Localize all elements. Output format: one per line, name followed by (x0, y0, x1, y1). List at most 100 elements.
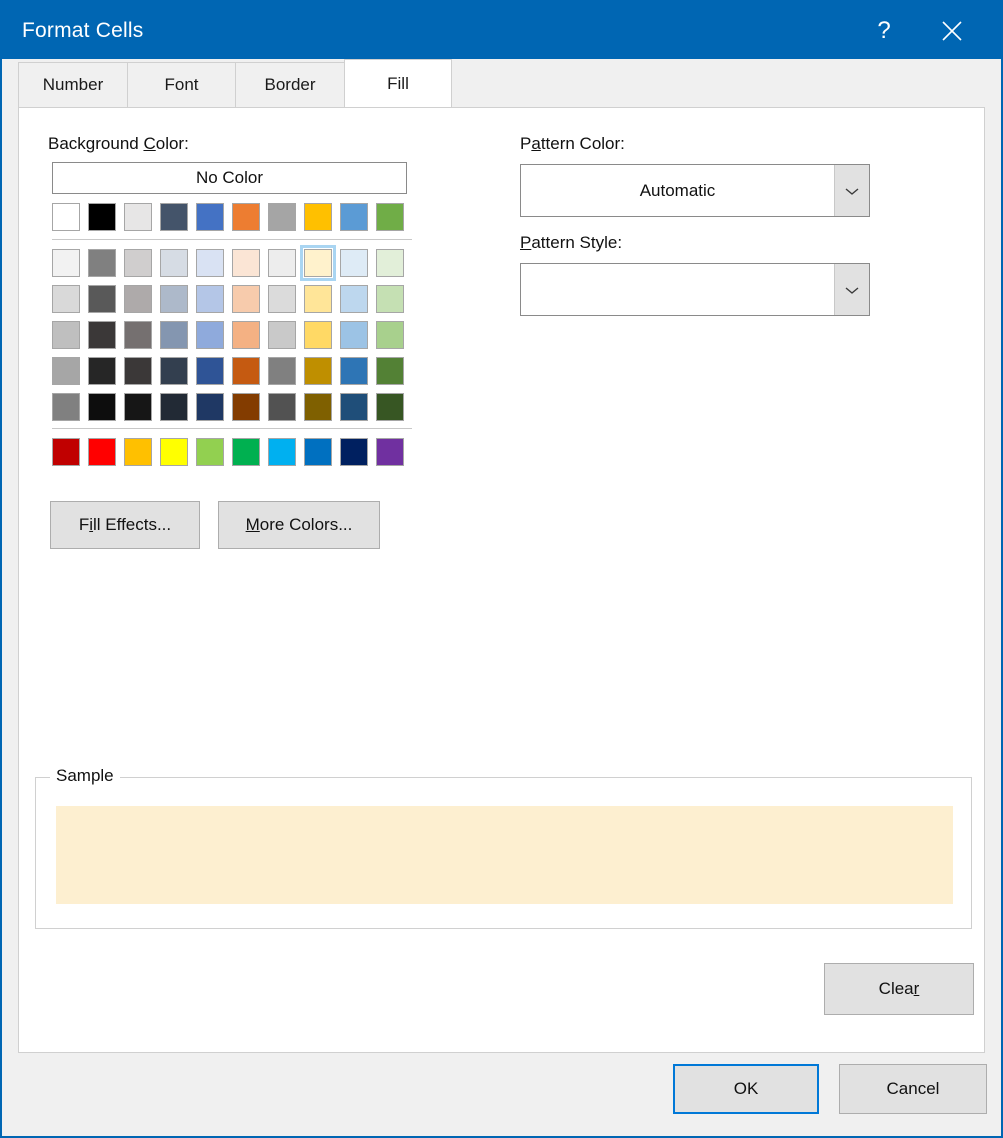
tint-color-swatch-4-0[interactable] (52, 393, 80, 421)
theme-color-swatch-1[interactable] (88, 203, 116, 231)
standard-color-swatch-0[interactable] (52, 438, 80, 466)
pattern-style-label-accel: P (520, 233, 532, 252)
tint-color-swatch-0-2[interactable] (124, 249, 152, 277)
background-color-palette (52, 203, 412, 466)
tint-color-swatch-3-4[interactable] (196, 357, 224, 385)
tint-color-swatch-3-0[interactable] (52, 357, 80, 385)
pattern-color-dropdown-arrow[interactable] (834, 165, 869, 216)
tab-strip: Number Font Border Fill (2, 59, 1001, 107)
standard-color-swatch-3[interactable] (160, 438, 188, 466)
tint-color-swatch-0-4[interactable] (196, 249, 224, 277)
tint-color-swatch-0-8[interactable] (340, 249, 368, 277)
theme-color-swatch-0[interactable] (52, 203, 80, 231)
standard-color-swatch-9[interactable] (376, 438, 404, 466)
standard-color-swatch-8[interactable] (340, 438, 368, 466)
tint-color-swatch-2-1[interactable] (88, 321, 116, 349)
palette-divider-top (52, 239, 412, 240)
tint-color-swatch-3-7[interactable] (304, 357, 332, 385)
color-swatch (340, 438, 368, 466)
theme-color-swatch-5[interactable] (232, 203, 260, 231)
tint-color-swatch-3-6[interactable] (268, 357, 296, 385)
close-button[interactable] (929, 2, 975, 59)
tint-color-swatch-1-6[interactable] (268, 285, 296, 313)
tint-color-swatch-0-9[interactable] (376, 249, 404, 277)
tint-color-swatch-2-2[interactable] (124, 321, 152, 349)
more-colors-button[interactable]: More Colors... (218, 501, 380, 549)
tint-color-swatch-3-2[interactable] (124, 357, 152, 385)
no-color-button[interactable]: No Color (52, 162, 407, 194)
theme-color-swatch-7[interactable] (304, 203, 332, 231)
color-swatch (52, 285, 80, 313)
tint-color-swatch-2-7[interactable] (304, 321, 332, 349)
tint-color-swatch-4-2[interactable] (124, 393, 152, 421)
tint-color-swatch-1-7[interactable] (304, 285, 332, 313)
tint-color-swatch-4-8[interactable] (340, 393, 368, 421)
clear-button[interactable]: Clear (824, 963, 974, 1015)
tint-color-swatch-0-6[interactable] (268, 249, 296, 277)
tint-color-swatch-0-3[interactable] (160, 249, 188, 277)
fill-effects-button[interactable]: Fill Effects... (50, 501, 200, 549)
tint-color-swatch-3-8[interactable] (340, 357, 368, 385)
tint-color-swatch-4-4[interactable] (196, 393, 224, 421)
tint-color-swatch-4-1[interactable] (88, 393, 116, 421)
tint-color-swatch-2-3[interactable] (160, 321, 188, 349)
background-color-label-accel: C (143, 134, 156, 153)
tint-color-swatch-0-0[interactable] (52, 249, 80, 277)
help-button[interactable]: ? (861, 2, 907, 59)
theme-tint-row-3 (52, 357, 412, 385)
tab-font[interactable]: Font (127, 62, 236, 107)
tint-color-swatch-1-0[interactable] (52, 285, 80, 313)
theme-color-swatch-6[interactable] (268, 203, 296, 231)
color-swatch (340, 393, 368, 421)
tint-color-swatch-2-6[interactable] (268, 321, 296, 349)
tint-color-swatch-3-1[interactable] (88, 357, 116, 385)
tint-color-swatch-1-9[interactable] (376, 285, 404, 313)
tint-color-swatch-0-1[interactable] (88, 249, 116, 277)
standard-color-swatch-2[interactable] (124, 438, 152, 466)
ok-button[interactable]: OK (673, 1064, 819, 1114)
tint-color-swatch-1-8[interactable] (340, 285, 368, 313)
tint-color-swatch-4-5[interactable] (232, 393, 260, 421)
pattern-style-dropdown-arrow[interactable] (834, 264, 869, 315)
color-swatch (232, 438, 260, 466)
tint-color-swatch-1-3[interactable] (160, 285, 188, 313)
color-swatch (268, 393, 296, 421)
standard-color-swatch-5[interactable] (232, 438, 260, 466)
tint-color-swatch-1-2[interactable] (124, 285, 152, 313)
theme-color-swatch-2[interactable] (124, 203, 152, 231)
tint-color-swatch-3-9[interactable] (376, 357, 404, 385)
tint-color-swatch-4-3[interactable] (160, 393, 188, 421)
fill-effects-label-post: ll Effects... (93, 515, 172, 534)
tint-color-swatch-2-5[interactable] (232, 321, 260, 349)
theme-color-swatch-9[interactable] (376, 203, 404, 231)
tint-color-swatch-2-9[interactable] (376, 321, 404, 349)
tint-color-swatch-4-9[interactable] (376, 393, 404, 421)
tint-color-swatch-0-7[interactable] (300, 245, 336, 281)
tint-color-swatch-1-1[interactable] (88, 285, 116, 313)
color-swatch (52, 249, 80, 277)
tab-fill[interactable]: Fill (344, 59, 452, 107)
standard-color-swatch-1[interactable] (88, 438, 116, 466)
tint-color-swatch-3-3[interactable] (160, 357, 188, 385)
theme-color-swatch-3[interactable] (160, 203, 188, 231)
theme-color-swatch-4[interactable] (196, 203, 224, 231)
tab-number[interactable]: Number (18, 62, 128, 107)
tint-color-swatch-2-8[interactable] (340, 321, 368, 349)
tint-color-swatch-4-6[interactable] (268, 393, 296, 421)
tint-color-swatch-2-0[interactable] (52, 321, 80, 349)
tint-color-swatch-1-4[interactable] (196, 285, 224, 313)
standard-color-swatch-6[interactable] (268, 438, 296, 466)
standard-color-swatch-7[interactable] (304, 438, 332, 466)
tint-color-swatch-4-7[interactable] (304, 393, 332, 421)
pattern-color-dropdown[interactable]: Automatic (520, 164, 870, 217)
color-swatch (52, 357, 80, 385)
tint-color-swatch-1-5[interactable] (232, 285, 260, 313)
standard-color-swatch-4[interactable] (196, 438, 224, 466)
tab-border[interactable]: Border (235, 62, 345, 107)
pattern-style-dropdown[interactable] (520, 263, 870, 316)
cancel-button[interactable]: Cancel (839, 1064, 987, 1114)
tint-color-swatch-2-4[interactable] (196, 321, 224, 349)
tint-color-swatch-0-5[interactable] (232, 249, 260, 277)
tint-color-swatch-3-5[interactable] (232, 357, 260, 385)
theme-color-swatch-8[interactable] (340, 203, 368, 231)
